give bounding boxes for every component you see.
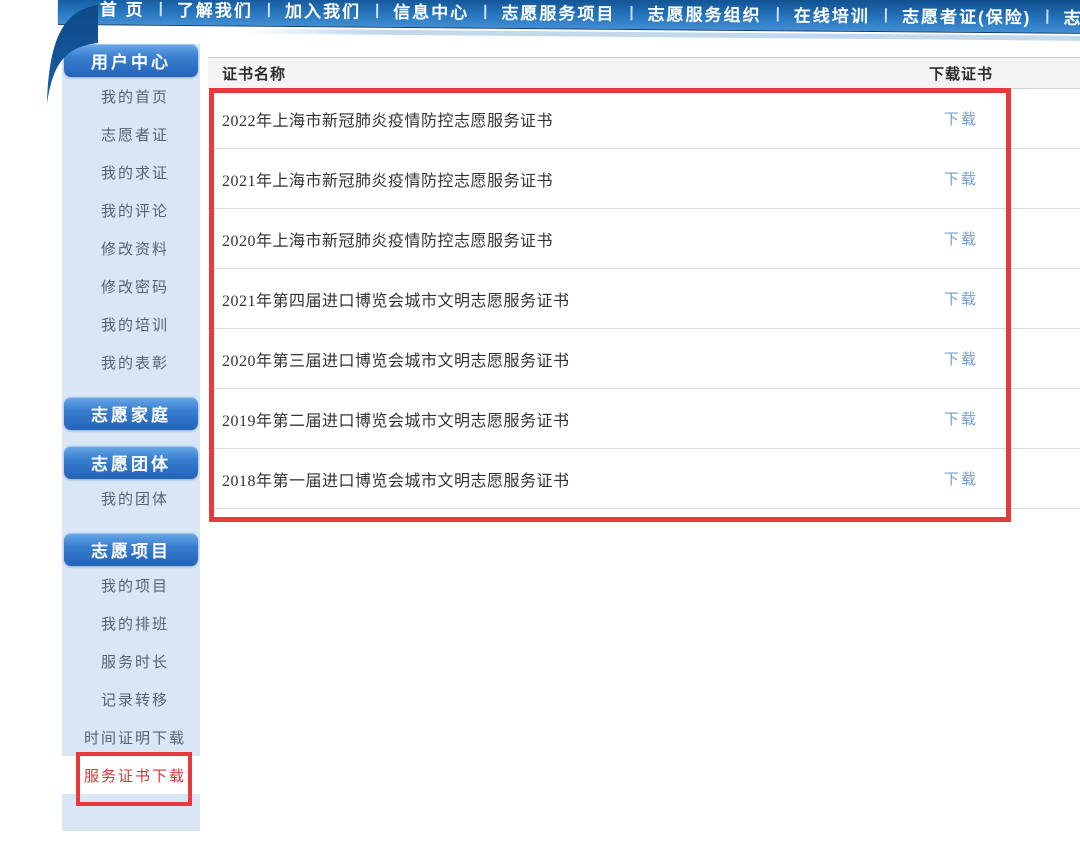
nav-separator: | [375,1,379,18]
table-row: 2021年第四届进口博览会城市文明志愿服务证书 下载 [208,269,1080,329]
nav-separator: | [1045,7,1049,24]
nav-item-info-center[interactable]: 信息中心 [393,0,469,23]
sidebar-item-service-hours[interactable]: 服务时长 [62,642,200,680]
nav-item-volunteer-card-insurance[interactable]: 志愿者证(保险) [902,2,1032,28]
sidebar-item-time-certificate-download[interactable]: 时间证明下载 [62,718,200,756]
download-cell: 下载 [927,228,995,249]
download-link[interactable]: 下载 [944,292,978,308]
nav-separator: | [159,0,163,16]
nav-separator: | [884,6,888,23]
download-link[interactable]: 下载 [944,172,978,188]
table-row: 2022年上海市新冠肺炎疫情防控志愿服务证书 下载 [208,89,1080,149]
sidebar-item-my-verification[interactable]: 我的求证 [62,153,200,191]
column-header-certificate-name: 证书名称 [208,63,927,84]
nav-item-volunteer-service-orgs[interactable]: 志愿服务组织 [648,0,762,26]
certificate-name: 2018年第一届进口博览会城市文明志愿服务证书 [208,467,927,491]
download-cell: 下载 [927,168,995,189]
certificate-name: 2022年上海市新冠肺炎疫情防控志愿服务证书 [208,107,927,131]
certificate-name: 2020年上海市新冠肺炎疫情防控志愿服务证书 [208,227,927,251]
certificate-table-body: 2022年上海市新冠肺炎疫情防控志愿服务证书下载2021年上海市新冠肺炎疫情防控… [208,89,1080,509]
table-row: 2019年第二届进口博览会城市文明志愿服务证书 下载 [208,389,1080,449]
nav-item-online-training[interactable]: 在线培训 [794,1,870,27]
sidebar-item-my-commendations[interactable]: 我的表彰 [62,343,200,381]
table-row: 2020年第三届进口博览会城市文明志愿服务证书 下载 [208,329,1080,389]
sidebar-item-my-schedule[interactable]: 我的排班 [62,604,200,642]
sidebar: 用户中心我的首页志愿者证我的求证我的评论修改资料修改密码我的培训我的表彰志愿家庭… [62,44,200,831]
top-nav-ribbon: 首 页 | 了解我们 | 加入我们 | 信息中心 | 志愿服务项目 | 志愿服务组织 | 在线培训 | 志愿… [58,0,1080,41]
download-cell: 下载 [927,468,995,489]
table-row: 2020年上海市新冠肺炎疫情防控志愿服务证书 下载 [208,209,1080,269]
sidebar-item-volunteer-card[interactable]: 志愿者证 [62,115,200,153]
column-header-download-certificate: 下载证书 [927,63,995,84]
download-cell: 下载 [927,348,995,369]
table-row: 2018年第一届进口博览会城市文明志愿服务证书 下载 [208,449,1080,509]
nav-item-join-us[interactable]: 加入我们 [285,0,361,22]
nav-separator: | [629,3,633,20]
certificate-name: 2020年第三届进口博览会城市文明志愿服务证书 [208,347,927,371]
sidebar-header-volunteer-family[interactable]: 志愿家庭 [64,397,198,430]
download-cell: 下载 [927,288,995,309]
download-link[interactable]: 下载 [944,352,978,368]
download-link[interactable]: 下载 [944,412,978,428]
nav-separator: | [267,0,271,17]
sidebar-item-edit-profile[interactable]: 修改资料 [62,229,200,267]
nav-separator: | [776,5,780,22]
sidebar-item-my-group[interactable]: 我的团体 [62,479,200,517]
nav-item-about-us[interactable]: 了解我们 [177,0,253,21]
download-link[interactable]: 下载 [944,232,978,248]
download-link[interactable]: 下载 [944,112,978,128]
sidebar-item-record-transfer[interactable]: 记录转移 [62,680,200,718]
sidebar-item-my-projects[interactable]: 我的项目 [62,566,200,604]
certificate-name: 2021年第四届进口博览会城市文明志愿服务证书 [208,287,927,311]
certificate-name: 2021年上海市新冠肺炎疫情防控志愿服务证书 [208,167,927,191]
download-cell: 下载 [927,108,995,129]
download-link[interactable]: 下载 [944,472,978,488]
sidebar-header-volunteer-group[interactable]: 志愿团体 [64,446,198,479]
page: { "nav": { "separator": "|", "items": [ … [0,0,1080,842]
certificate-name: 2019年第二届进口博览会城市文明志愿服务证书 [208,407,927,431]
download-cell: 下载 [927,408,995,429]
sidebar-item-change-password[interactable]: 修改密码 [62,267,200,305]
table-header-row: 证书名称 下载证书 [208,57,1080,89]
sidebar-item-my-comments[interactable]: 我的评论 [62,191,200,229]
table-row: 2021年上海市新冠肺炎疫情防控志愿服务证书 下载 [208,149,1080,209]
sidebar-item-service-certificate-download[interactable]: 服务证书下载 [62,756,200,794]
sidebar-item-my-training[interactable]: 我的培训 [62,305,200,343]
certificate-panel: 证书名称 下载证书 2022年上海市新冠肺炎疫情防控志愿服务证书下载2021年上… [208,57,1080,509]
nav-item-home[interactable]: 首 页 [100,0,145,20]
nav-separator: | [483,2,487,19]
nav-swoosh-tail-icon [40,4,100,106]
sidebar-header-volunteer-project[interactable]: 志愿项目 [64,533,198,566]
nav-item-volunteer-service-projects[interactable]: 志愿服务项目 [501,0,615,24]
nav-item-volunteer-clipped[interactable]: 志愿 [1063,3,1080,28]
